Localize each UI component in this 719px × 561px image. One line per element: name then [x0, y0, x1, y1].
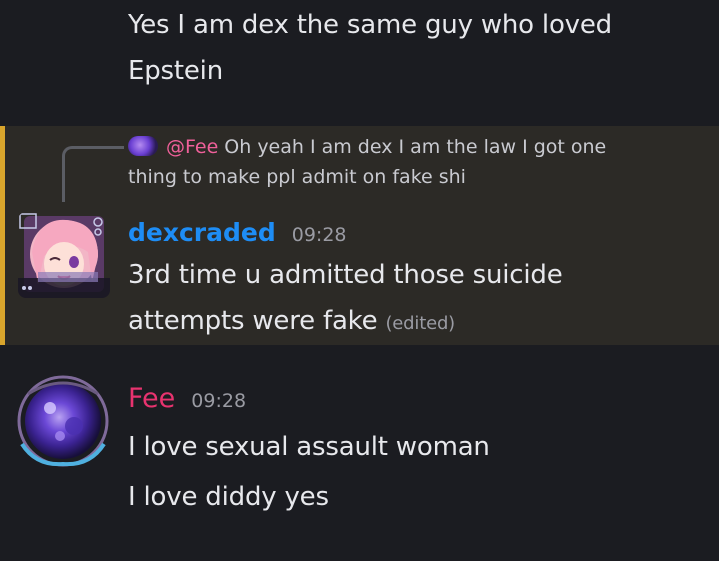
edited-label: (edited) — [385, 313, 455, 334]
avatar-dexcraded[interactable] — [18, 212, 110, 298]
reply-preview[interactable]: @Fee Oh yeah I am dex I am the law I got … — [128, 132, 688, 192]
message-body: 3rd time u admitted those suicide attemp… — [128, 252, 708, 347]
message-line-last: attempts were fake (edited) — [128, 298, 708, 347]
message-line: I love sexual assault woman — [128, 432, 490, 462]
next-message-cutoff — [0, 548, 719, 561]
reply-text: Oh yeah I am dex I am the law I got one — [224, 136, 607, 158]
anime-girl-avatar-icon — [18, 212, 110, 298]
message-line: I love diddy yes — [128, 482, 329, 512]
mention-highlight-bar — [0, 126, 5, 345]
message-dexcraded[interactable]: @Fee Oh yeah I am dex I am the law I got … — [0, 126, 719, 345]
message-line-text: attempts were fake — [128, 306, 378, 336]
message-body: I love sexual assault woman I love diddy… — [128, 422, 708, 522]
message-line: Epstein — [128, 56, 223, 86]
reply-avatar-icon — [128, 136, 158, 156]
purple-galaxy-avatar-icon — [17, 375, 109, 467]
reply-text-cont: thing to make ppl admit on fake shi — [128, 166, 466, 188]
message-line: 3rd time u admitted those suicide — [128, 260, 563, 290]
reply-mention[interactable]: @Fee — [166, 136, 218, 158]
message-header: dexcraded 09:28 — [128, 218, 347, 247]
avatar-fee[interactable] — [16, 374, 110, 468]
timestamp[interactable]: 09:28 — [292, 224, 347, 246]
message-header: Fee 09:28 — [128, 383, 246, 414]
author-name[interactable]: Fee — [128, 383, 175, 414]
author-name[interactable]: dexcraded — [128, 218, 276, 247]
timestamp[interactable]: 09:28 — [191, 390, 246, 412]
message-line: Yes I am dex the same guy who loved — [128, 10, 612, 40]
reply-spine — [62, 146, 124, 202]
